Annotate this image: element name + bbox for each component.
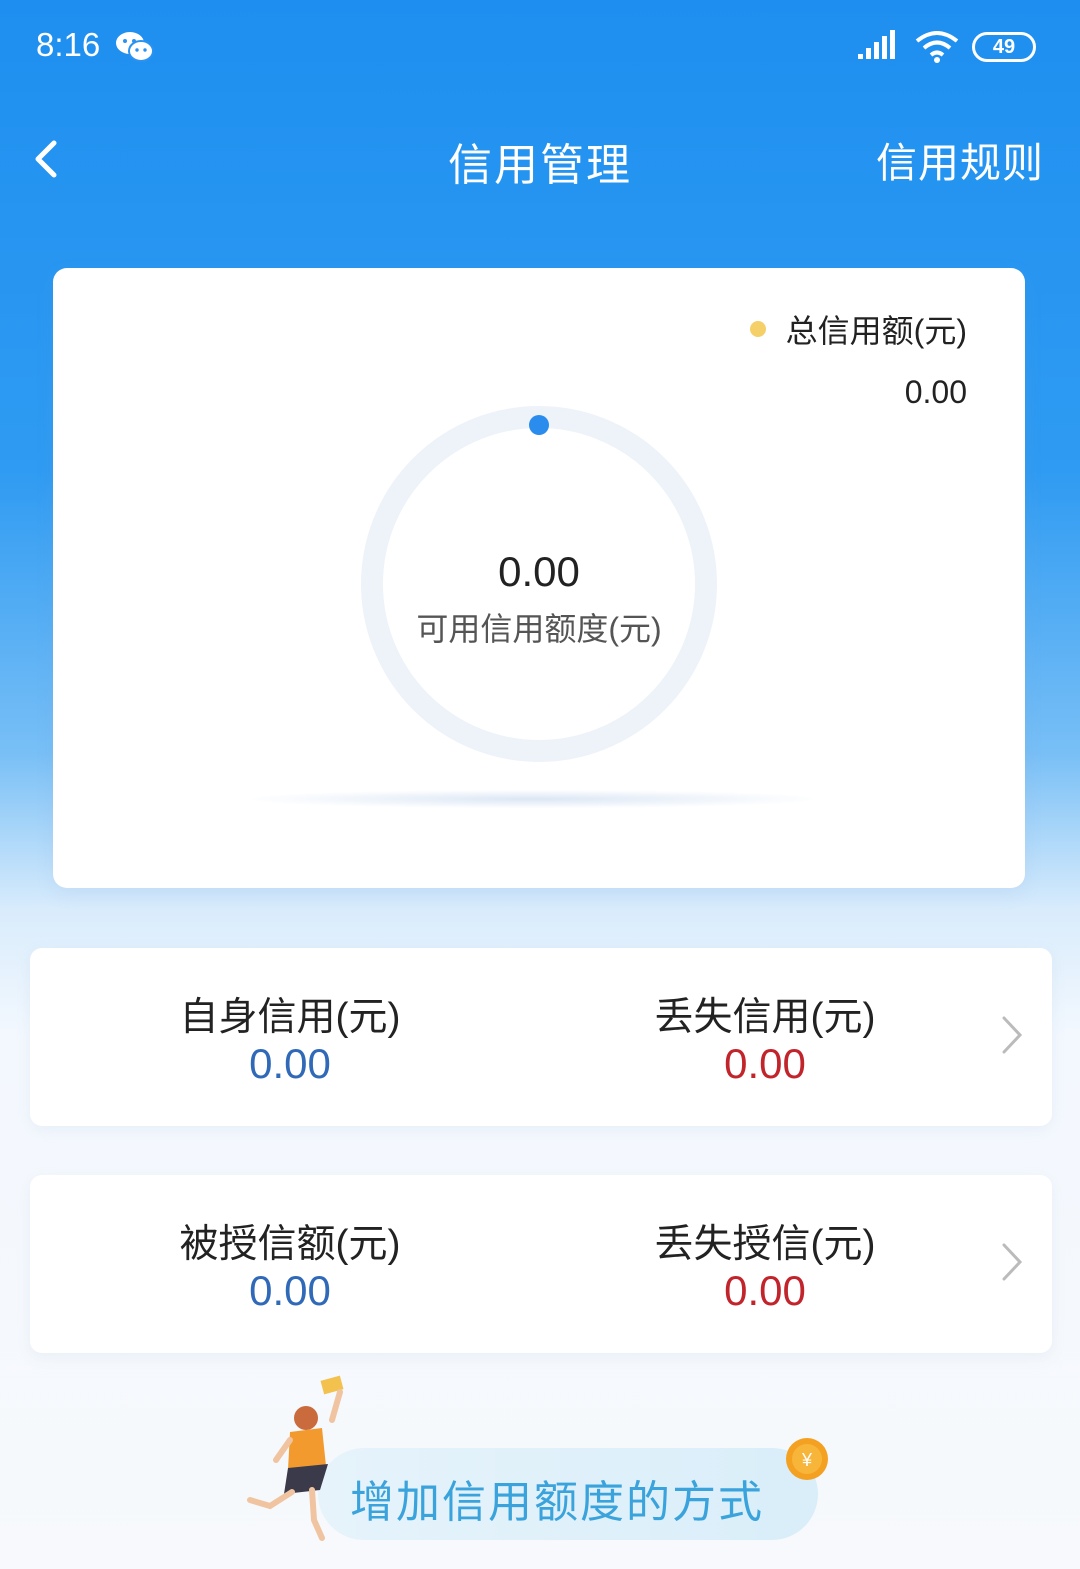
credit-rules-link[interactable]: 信用规则	[876, 129, 1044, 189]
promo-text: 增加信用额度的方式	[350, 1478, 764, 1527]
credit-summary-card: 总信用额(元) 0.00 0.00 可用信用额度(元)	[53, 268, 1025, 888]
available-credit-value: 0.00	[498, 548, 580, 595]
lost-credit-label: 丢失信用(元)	[654, 996, 876, 1039]
nav-bar: 信用管理 信用规则	[0, 105, 1080, 205]
wifi-icon	[915, 31, 959, 63]
coin-icon: ¥	[786, 1438, 828, 1480]
own-credit-row[interactable]: 自身信用(元) 0.00 丢失信用(元) 0.00	[30, 948, 1052, 1126]
lost-grant-value: 0.00	[724, 1267, 806, 1314]
granted-credit-label: 被授信额(元)	[179, 1223, 401, 1266]
chevron-right-icon	[1002, 1243, 1023, 1281]
legend-dot	[749, 321, 766, 337]
lost-credit-value: 0.00	[724, 1040, 806, 1087]
own-credit-value: 0.00	[249, 1040, 331, 1087]
svg-text:¥: ¥	[801, 1450, 813, 1470]
status-time: 8:16	[36, 26, 101, 63]
chevron-right-icon	[1002, 1016, 1023, 1054]
lost-credit-cell: 丢失信用(元) 0.00	[575, 948, 955, 1126]
ring-shadow	[253, 790, 813, 808]
battery-indicator: 49	[972, 32, 1036, 62]
signal-icon	[858, 30, 895, 59]
ring-progress-dot	[529, 415, 549, 435]
granted-credit-value: 0.00	[249, 1267, 331, 1314]
increase-credit-banner[interactable]: 增加信用额度的方式 ¥	[240, 1370, 860, 1560]
total-credit-value: 0.00	[904, 374, 967, 410]
status-bar: 8:16 49	[0, 0, 1080, 95]
lost-grant-label: 丢失授信(元)	[654, 1223, 876, 1266]
lost-grant-cell: 丢失授信(元) 0.00	[575, 1175, 955, 1353]
available-credit-label: 可用信用额度(元)	[416, 611, 662, 647]
legend-label: 总信用额(元)	[785, 313, 967, 349]
battery-level: 49	[992, 35, 1016, 58]
legend: 总信用额(元)	[749, 306, 967, 352]
own-credit-cell: 自身信用(元) 0.00	[100, 948, 480, 1126]
granted-credit-cell: 被授信额(元) 0.00	[100, 1175, 480, 1353]
own-credit-label: 自身信用(元)	[179, 996, 401, 1039]
wechat-icon	[116, 32, 154, 62]
granted-credit-row[interactable]: 被授信额(元) 0.00 丢失授信(元) 0.00	[30, 1175, 1052, 1353]
